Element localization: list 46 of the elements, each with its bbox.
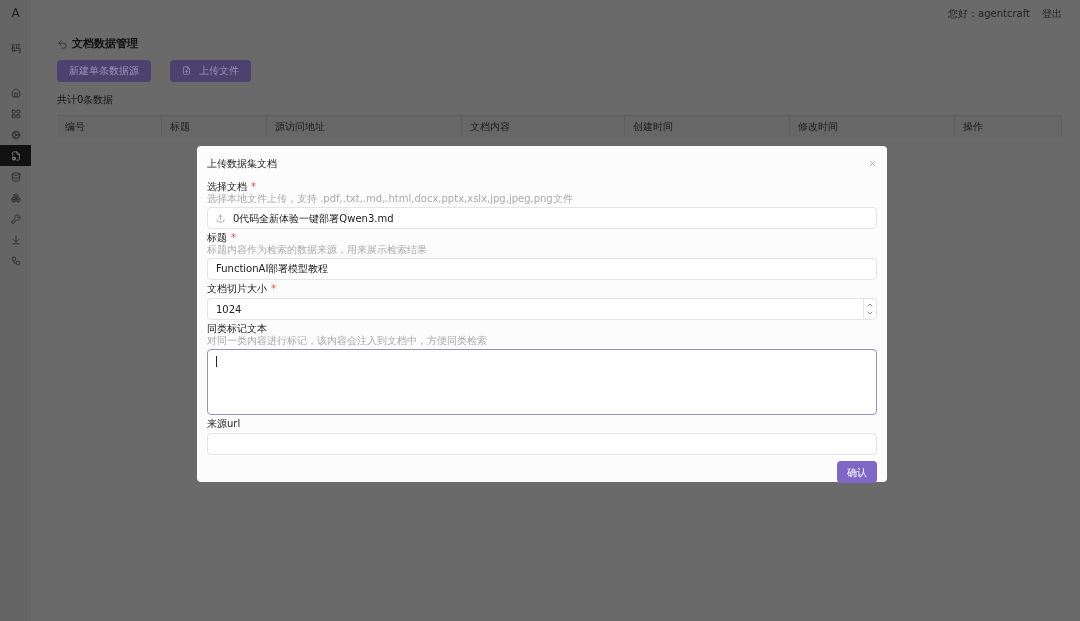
- field-label: 文档切片大小: [207, 282, 267, 296]
- column-header: 操作: [955, 115, 1062, 137]
- upload-icon: [216, 213, 225, 223]
- greeting: 您好：agentcraft: [948, 7, 1030, 21]
- text-cursor: [216, 356, 217, 367]
- column-header: 标题: [162, 115, 267, 137]
- grid-icon: [10, 108, 21, 119]
- column-header: 修改时间: [790, 115, 955, 137]
- column-header: 编号: [57, 115, 162, 137]
- file-name: 0代码全新体验一键部署Qwen3.md: [233, 211, 394, 226]
- text-area[interactable]: [207, 349, 877, 415]
- column-header: 创建时间: [625, 115, 790, 137]
- sidebar-item[interactable]: [0, 145, 31, 166]
- required-mark: *: [251, 180, 256, 194]
- decrement-icon[interactable]: [866, 309, 874, 317]
- record-count: 共计0条数据: [57, 92, 115, 107]
- required-mark: *: [231, 231, 236, 244]
- confirm-button[interactable]: 确认: [837, 461, 877, 483]
- boxes-icon: [10, 192, 21, 203]
- back-icon[interactable]: [57, 38, 68, 50]
- logout-link[interactable]: 登出: [1042, 6, 1062, 24]
- dialog-title: 上传数据集文档: [207, 157, 277, 171]
- logo: A: [11, 5, 20, 22]
- field-label: 选择文档: [207, 180, 247, 193]
- number-field[interactable]: 1024: [207, 298, 877, 320]
- database-icon: [10, 171, 21, 182]
- page-title: 文档数据管理: [72, 36, 138, 52]
- field-label: 标题: [207, 231, 227, 245]
- file-field[interactable]: 0代码全新体验一键部署Qwen3.md: [207, 207, 877, 229]
- new-source-button[interactable]: 新建单条数据源: [57, 59, 151, 82]
- increment-icon[interactable]: [866, 301, 874, 309]
- column-header: 文档内容: [462, 115, 625, 137]
- field-hint: 标题内容作为检索的数据来源，用来展示检索结果: [207, 244, 428, 256]
- workflow-icon: [10, 255, 21, 266]
- field-label: 同类标记文本: [207, 322, 267, 335]
- document-icon: [10, 150, 21, 161]
- download-icon: [10, 234, 21, 245]
- close-icon[interactable]: [868, 159, 877, 168]
- required-mark: *: [271, 282, 276, 296]
- field-label: 来源url: [207, 417, 241, 431]
- input-field[interactable]: [207, 433, 877, 455]
- brand-mark: 码: [10, 42, 21, 56]
- key-icon: [10, 213, 21, 224]
- file-icon: [182, 66, 191, 75]
- home-icon: [10, 87, 21, 98]
- input-field[interactable]: FunctionAI部署模型教程: [207, 258, 877, 280]
